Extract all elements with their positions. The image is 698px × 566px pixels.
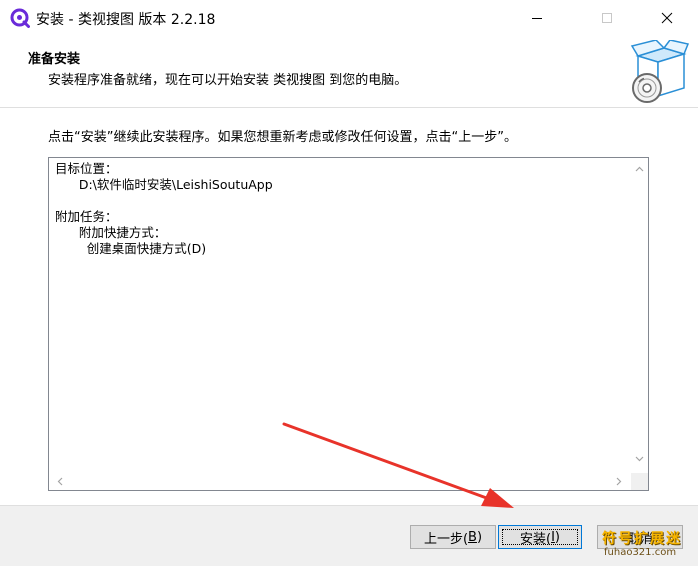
back-button[interactable]: 上一步(B) bbox=[410, 525, 496, 549]
scroll-right-icon[interactable] bbox=[610, 473, 627, 490]
install-box-disc-icon bbox=[630, 40, 690, 103]
horizontal-scrollbar[interactable] bbox=[49, 473, 631, 490]
watermark-logo: 符号扩展迷 fuhao321.com bbox=[598, 528, 690, 562]
button-bar: 上一步(B) 安装(I) 取消 bbox=[0, 505, 698, 566]
maximize-button[interactable] bbox=[584, 0, 630, 36]
install-button[interactable]: 安装(I) bbox=[498, 525, 582, 549]
summary-line-shortcuts-label: 附加快捷方式： bbox=[55, 225, 167, 240]
summary-content: 目标位置： D:\软件临时安装\LeishiSoutuApp 附加任务： 附加快… bbox=[55, 161, 273, 257]
back-button-label: 上一步( bbox=[423, 531, 469, 547]
header-divider bbox=[0, 107, 698, 108]
install-summary-memo[interactable]: 目标位置： D:\软件临时安装\LeishiSoutuApp 附加任务： 附加快… bbox=[48, 157, 649, 491]
summary-line-destination-label: 目标位置： bbox=[55, 161, 118, 176]
minimize-button[interactable] bbox=[514, 0, 560, 36]
scroll-left-icon[interactable] bbox=[51, 473, 68, 490]
minimize-icon bbox=[532, 18, 542, 19]
page-title: 准备安装 bbox=[28, 52, 81, 67]
vertical-scrollbar[interactable] bbox=[631, 158, 648, 473]
install-button-label: 安装( bbox=[520, 531, 552, 547]
summary-line-blank bbox=[55, 193, 273, 209]
window-title: 安装 - 类视搜图 版本 2.2.18 bbox=[36, 12, 216, 28]
close-icon bbox=[661, 12, 673, 24]
installer-window: 安装 - 类视搜图 版本 2.2.18 准备安装 安装程序准备就绪，现在可以开始… bbox=[0, 0, 698, 566]
app-logo-icon bbox=[10, 8, 30, 28]
close-button[interactable] bbox=[644, 0, 690, 36]
scroll-up-icon[interactable] bbox=[631, 160, 648, 177]
back-button-accesskey: B bbox=[468, 529, 477, 545]
page-subtitle: 安装程序准备就绪，现在可以开始安装 类视搜图 到您的电脑。 bbox=[48, 73, 408, 88]
scroll-down-icon[interactable] bbox=[631, 450, 648, 467]
watermark-url-text: fuhao321.com bbox=[604, 547, 677, 558]
title-bar[interactable]: 安装 - 类视搜图 版本 2.2.18 bbox=[0, 0, 698, 36]
page-header: 准备安装 安装程序准备就绪，现在可以开始安装 类视搜图 到您的电脑。 bbox=[0, 36, 698, 108]
summary-line-destination-path: D:\软件临时安装\LeishiSoutuApp bbox=[55, 177, 273, 192]
instruction-text: 点击“安装”继续此安装程序。如果您想重新考虑或修改任何设置，点击“上一步”。 bbox=[48, 130, 517, 145]
scrollbar-corner bbox=[631, 473, 648, 490]
watermark-top-text: 符号扩展迷 bbox=[602, 531, 682, 547]
summary-line-tasks-label: 附加任务： bbox=[55, 209, 118, 224]
summary-line-desktop-shortcut: 创建桌面快捷方式(D) bbox=[55, 241, 207, 256]
install-button-suffix: ) bbox=[554, 529, 560, 545]
back-button-suffix: ) bbox=[476, 529, 483, 545]
maximize-icon bbox=[602, 13, 612, 23]
